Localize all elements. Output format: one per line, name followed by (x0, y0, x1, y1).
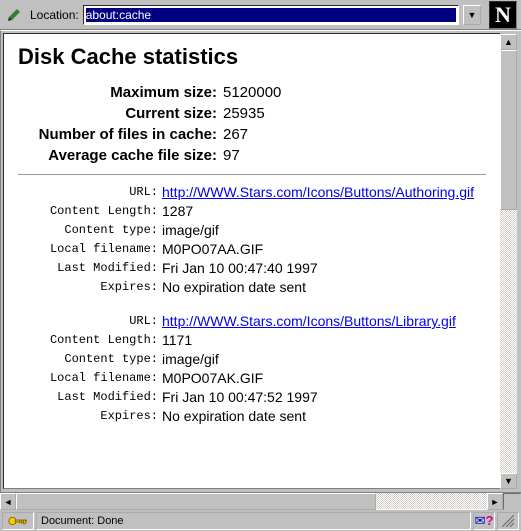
stats-value: 25935 (223, 105, 265, 122)
entry-label: Content type: (18, 350, 162, 368)
toolbar: Location: ▼ N (0, 0, 521, 30)
entry-value: image/gif (162, 221, 219, 239)
chevron-right-icon: ► (491, 497, 500, 507)
entry-value: No expiration date sent (162, 278, 306, 296)
status-bar: Document: Done ✉? (0, 509, 521, 531)
document-viewport: Disk Cache statistics Maximum size: 5120… (3, 33, 500, 489)
stats-value: 97 (223, 147, 240, 164)
stats-row: Number of files in cache: 267 (18, 126, 486, 143)
stats-row: Current size: 25935 (18, 105, 486, 122)
stats-label: Current size: (18, 105, 223, 122)
page-title: Disk Cache statistics (18, 44, 486, 70)
entry-label: URL: (18, 312, 162, 330)
entry-label: Local filename: (18, 369, 162, 387)
entry-value: Fri Jan 10 00:47:52 1997 (162, 388, 318, 406)
entry-label: Local filename: (18, 240, 162, 258)
entry-label: Content type: (18, 221, 162, 239)
edit-icon (4, 5, 24, 25)
question-icon: ? (485, 513, 493, 528)
scroll-track[interactable] (500, 50, 517, 473)
mail-button[interactable]: ✉? (473, 512, 495, 530)
location-field[interactable] (83, 5, 459, 25)
content-area: Disk Cache statistics Maximum size: 5120… (0, 30, 521, 492)
entry-label: Content Length: (18, 331, 162, 349)
horizontal-scrollbar[interactable]: ◄ ► (0, 492, 521, 509)
resize-grip[interactable] (497, 512, 519, 530)
mail-icon: ✉ (475, 513, 486, 529)
chevron-up-icon: ▲ (504, 37, 513, 47)
entry-value: 1171 (162, 331, 192, 349)
chevron-down-icon: ▼ (468, 10, 477, 20)
entry-label: URL: (18, 183, 162, 201)
entry-label: Content Length: (18, 202, 162, 220)
scroll-up-button[interactable]: ▲ (500, 34, 517, 50)
scroll-right-button[interactable]: ► (487, 493, 503, 510)
cache-url-link[interactable]: http://WWW.Stars.com/Icons/Buttons/Autho… (162, 184, 474, 200)
stats-label: Maximum size: (18, 84, 223, 101)
location-dropdown-button[interactable]: ▼ (463, 5, 481, 25)
scroll-track[interactable] (16, 493, 487, 509)
entry-label: Last Modified: (18, 388, 162, 406)
divider (18, 174, 486, 175)
stats-label: Number of files in cache: (18, 126, 223, 143)
entry-label: Expires: (18, 407, 162, 425)
entry-value: 1287 (162, 202, 193, 220)
scroll-thumb[interactable] (16, 493, 376, 510)
location-input[interactable] (86, 8, 456, 22)
entry-value: No expiration date sent (162, 407, 306, 425)
cache-url-link[interactable]: http://WWW.Stars.com/Icons/Buttons/Libra… (162, 313, 456, 329)
entry-label: Last Modified: (18, 259, 162, 277)
entry-label: Expires: (18, 278, 162, 296)
stats-row: Average cache file size: 97 (18, 147, 486, 164)
scroll-left-button[interactable]: ◄ (0, 493, 16, 510)
netscape-logo[interactable]: N (489, 1, 517, 29)
chevron-left-icon: ◄ (4, 497, 13, 507)
scroll-corner (503, 493, 521, 510)
key-icon (7, 515, 29, 527)
location-label: Location: (30, 8, 79, 22)
grip-icon (502, 515, 514, 527)
stats-label: Average cache file size: (18, 147, 223, 164)
scroll-thumb[interactable] (500, 50, 517, 210)
stats-table: Maximum size: 5120000 Current size: 2593… (18, 84, 486, 164)
chevron-down-icon: ▼ (504, 476, 513, 486)
stats-value: 267 (223, 126, 248, 143)
scroll-down-button[interactable]: ▼ (500, 473, 517, 489)
entry-value: M0PO07AK.GIF (162, 369, 263, 387)
cache-entry: URL:http://WWW.Stars.com/Icons/Buttons/L… (18, 312, 486, 425)
security-indicator[interactable] (2, 512, 34, 530)
entry-value: M0PO07AA.GIF (162, 240, 263, 258)
vertical-scrollbar[interactable]: ▲ ▼ (500, 34, 517, 489)
stats-value: 5120000 (223, 84, 281, 101)
entry-value: Fri Jan 10 00:47:40 1997 (162, 259, 318, 277)
status-text: Document: Done (36, 512, 471, 530)
cache-entry: URL:http://WWW.Stars.com/Icons/Buttons/A… (18, 183, 486, 296)
stats-row: Maximum size: 5120000 (18, 84, 486, 101)
entry-value: image/gif (162, 350, 219, 368)
netscape-n-icon: N (495, 2, 511, 28)
